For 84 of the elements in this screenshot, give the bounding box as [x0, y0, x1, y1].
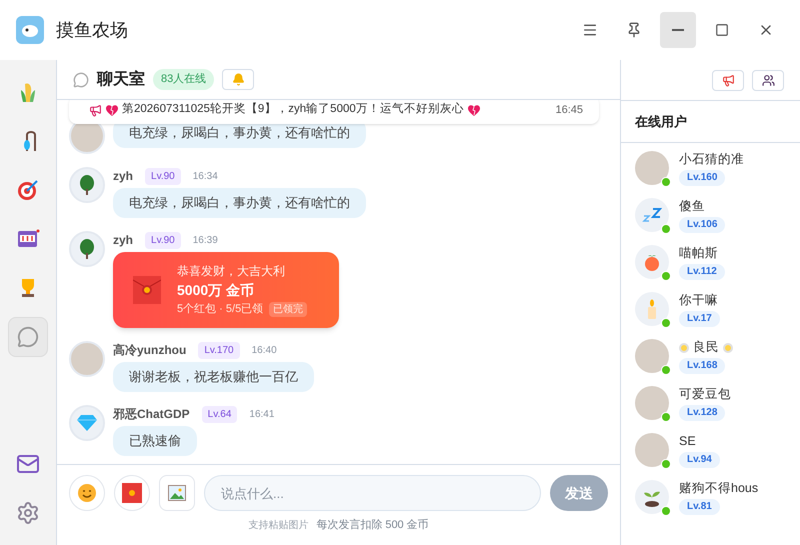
user-name: 可爱豆包 — [679, 386, 731, 403]
level-badge: Lv.81 — [679, 499, 720, 515]
candle-icon — [646, 299, 658, 319]
user-name: 小石猜的准 — [679, 151, 744, 168]
level-badge: Lv.106 — [679, 217, 726, 233]
user-name: 良民 — [693, 339, 719, 356]
packet-detail: 5个红包 · 5/5已领 — [177, 302, 264, 318]
level-badge: Lv.160 — [679, 170, 726, 186]
target-icon — [16, 178, 40, 202]
app-logo-icon — [16, 16, 44, 44]
slot-machine-icon — [16, 228, 40, 250]
message-bubble: 已熟速偷 — [113, 426, 197, 456]
cost-hint: 每次发言扣除 500 金币 — [316, 518, 429, 533]
user-avatar — [635, 386, 669, 420]
pin-icon — [626, 22, 642, 38]
megaphone-icon — [722, 74, 734, 86]
user-name: 赌狗不得hous — [679, 480, 758, 497]
gift-packet-button[interactable] — [114, 475, 150, 511]
tree-icon — [78, 239, 96, 259]
users-button[interactable] — [752, 70, 784, 90]
broken-heart-icon — [106, 104, 118, 116]
chat-room-title: 聊天室 — [97, 69, 145, 90]
tree-icon — [78, 175, 96, 195]
level-badge: Lv.17 — [679, 311, 720, 327]
chat-bubble-icon — [17, 326, 39, 348]
sender-name: zyh — [113, 168, 134, 185]
user-avatar — [635, 433, 669, 467]
announcement-button[interactable] — [712, 70, 744, 90]
menu-icon — [582, 22, 598, 38]
smiley-icon — [77, 483, 97, 503]
user-avatar — [69, 341, 105, 377]
message-bubble: 谢谢老板，祝老板赚他一百亿 — [113, 362, 314, 392]
user-name: 喵帕斯 — [679, 245, 718, 262]
mail-icon — [16, 452, 40, 476]
packet-greeting: 恭喜发财，大吉大利 — [177, 263, 286, 280]
megaphone-icon — [89, 104, 102, 116]
window-title: 摸鱼农场 — [56, 18, 128, 42]
sender-name: zyh — [113, 232, 134, 249]
bell-icon — [232, 73, 245, 86]
message-time: 16:39 — [192, 234, 218, 248]
message-time: 16:41 — [249, 408, 274, 422]
gift-packet-card[interactable]: 恭喜发财，大吉大利 5000万 金币 5个红包 · 5/5已领 已领完 — [113, 252, 339, 328]
image-button[interactable] — [159, 475, 195, 511]
paste-hint: 支持粘贴图片 — [248, 518, 308, 533]
maximize-icon — [715, 23, 729, 37]
user-name: SE — [679, 433, 696, 450]
sender-name: 邪恶ChatGDP — [113, 406, 190, 423]
user-name: 你干嘛 — [679, 292, 718, 309]
envelope-icon — [133, 276, 161, 304]
chat-bubble-icon — [73, 72, 89, 88]
sleep-z-icon — [642, 207, 662, 223]
level-badge: Lv.94 — [679, 452, 720, 468]
user-avatar — [635, 339, 669, 373]
users-icon — [762, 74, 774, 86]
message-time: 16:40 — [252, 344, 277, 358]
flower-icon — [723, 342, 733, 352]
packet-amount: 5000万 金币 — [177, 281, 256, 300]
level-badge: Lv.128 — [679, 405, 726, 421]
peach-icon — [643, 253, 661, 271]
diamond-icon — [77, 414, 97, 432]
toast-message: 第202607311025轮开奖【9】，zyh输了5000万！运气不好别灰心 — [122, 101, 464, 118]
level-badge: Lv.170 — [198, 342, 240, 358]
user-name: 傻鱼 — [679, 198, 705, 215]
level-badge: Lv.112 — [679, 264, 725, 280]
send-button[interactable]: 发送 — [550, 475, 608, 511]
message-input[interactable]: 说点什么... — [204, 475, 541, 511]
toast-time: 16:45 — [555, 102, 583, 118]
flower-icon — [679, 342, 689, 352]
message-time: 16:34 — [192, 170, 218, 184]
level-badge: Lv.168 — [679, 358, 726, 374]
message-bubble: 电充绿，尿喝白，事办黄，还有啥忙的 — [113, 188, 366, 218]
envelope-icon — [122, 483, 142, 503]
level-badge: Lv.64 — [202, 406, 238, 422]
minimize-icon — [672, 29, 684, 31]
broken-heart-icon — [468, 104, 480, 116]
packet-status: 已领完 — [269, 302, 308, 317]
online-count-badge: 83人在线 — [153, 69, 214, 90]
online-users-title: 在线用户 — [635, 112, 687, 131]
picture-icon — [168, 485, 186, 501]
user-avatar — [635, 151, 669, 185]
sender-name: 高冷yunzhou — [113, 342, 186, 359]
level-badge: Lv.90 — [145, 168, 181, 184]
settings-icon — [16, 501, 40, 525]
level-badge: Lv.90 — [145, 232, 181, 248]
